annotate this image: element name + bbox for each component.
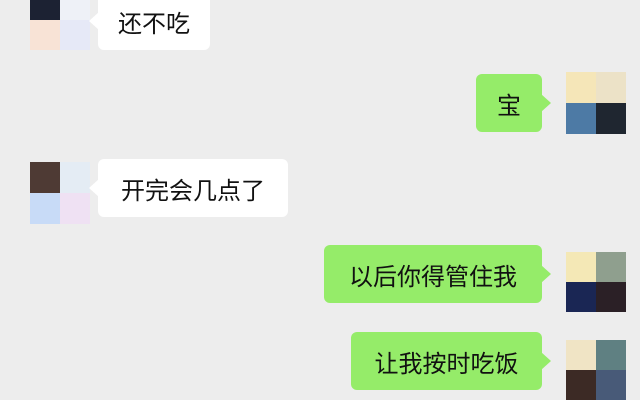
user-avatar[interactable] (566, 340, 626, 400)
bubble-tail (89, 179, 99, 197)
avatar-tile (60, 20, 90, 50)
message-text: 开完会几点了 (121, 176, 265, 205)
avatar-tile (60, 193, 90, 224)
bubble-tail (541, 94, 551, 112)
avatar-tile (566, 370, 596, 400)
message-row: 还不吃 (0, 0, 640, 50)
bubble-tail (89, 12, 99, 30)
avatar-tile (566, 282, 596, 312)
contact-avatar[interactable] (30, 162, 90, 224)
outgoing-message-bubble[interactable]: 让我按时吃饭 (351, 332, 551, 390)
message-text: 以后你得管住我 (349, 262, 517, 291)
avatar-tile (566, 72, 596, 103)
avatar-tile (30, 0, 60, 20)
bubble-tail (541, 265, 551, 283)
chat-history: 还不吃 宝 开完会几点了 以后你得管住我 让我按时吃饭 (0, 0, 640, 400)
avatar-tile (596, 370, 626, 400)
avatar-tile (566, 340, 596, 370)
avatar-tile (30, 162, 60, 193)
bubble-tail (541, 352, 551, 370)
avatar-tile (596, 282, 626, 312)
message-row: 以后你得管住我 (0, 245, 640, 312)
avatar-tile (30, 20, 60, 50)
avatar-tile (596, 340, 626, 370)
avatar-tile (596, 103, 626, 134)
message-row: 开完会几点了 (0, 159, 640, 224)
avatar-tile (60, 162, 90, 193)
avatar-tile (566, 252, 596, 282)
user-avatar[interactable] (566, 252, 626, 312)
incoming-message-bubble[interactable]: 还不吃 (89, 0, 210, 50)
avatar-tile (596, 252, 626, 282)
contact-avatar[interactable] (30, 0, 90, 50)
message-text: 宝 (497, 91, 521, 120)
avatar-tile (30, 193, 60, 224)
outgoing-message-bubble[interactable]: 以后你得管住我 (324, 245, 551, 303)
message-text: 让我按时吃饭 (374, 349, 519, 378)
message-text: 还不吃 (118, 9, 190, 38)
avatar-tile (596, 72, 626, 103)
incoming-message-bubble[interactable]: 开完会几点了 (89, 159, 288, 217)
message-row: 让我按时吃饭 (0, 332, 640, 400)
message-row: 宝 (0, 72, 640, 134)
avatar-tile (60, 0, 90, 20)
avatar-tile (566, 103, 596, 134)
outgoing-message-bubble[interactable]: 宝 (476, 74, 551, 132)
user-avatar[interactable] (566, 72, 626, 134)
